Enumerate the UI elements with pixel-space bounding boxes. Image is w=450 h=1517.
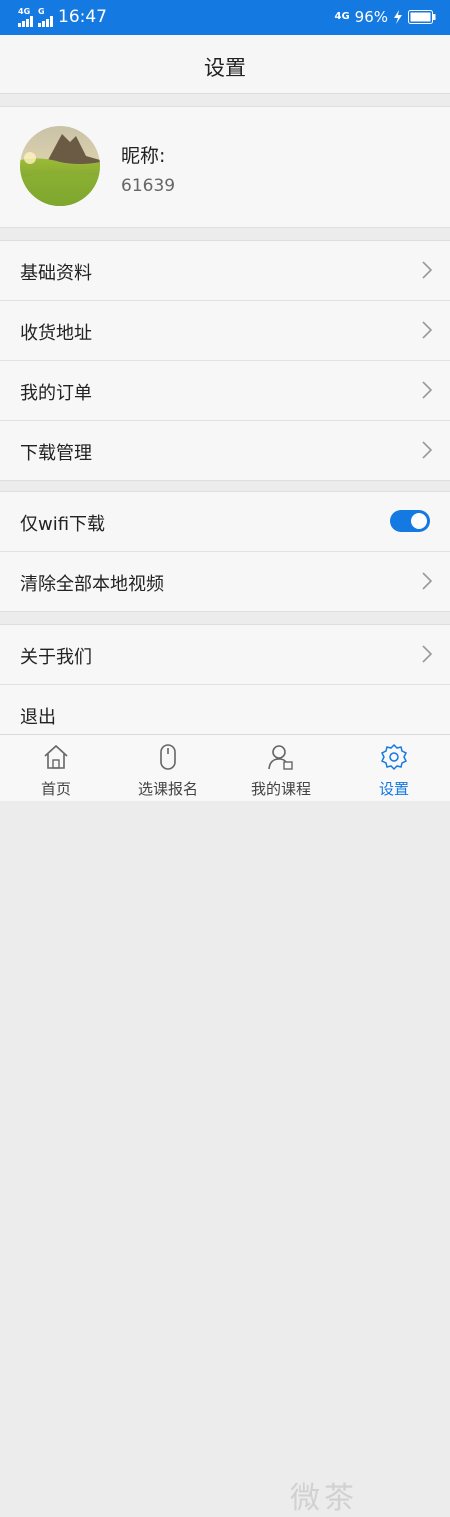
battery-percent: 96% (354, 8, 388, 26)
tab-home[interactable]: 首页 (0, 735, 112, 801)
signal-bars-icon (18, 15, 33, 27)
tab-label: 我的课程 (250, 780, 311, 798)
menu-item-wifi-only: 仅wifi下载 (0, 492, 450, 552)
status-bar-left: 4G G 16:47 (18, 7, 107, 27)
menu-item-label: 收货地址 (20, 323, 92, 344)
signal-bars-icon-2 (38, 15, 53, 27)
menu-item-basic-info[interactable]: 基础资料 (0, 241, 450, 301)
header: 设置 (0, 35, 450, 94)
menu-item-label: 清除全部本地视频 (20, 574, 164, 595)
menu-group-account: 基础资料 收货地址 我的订单 下载管理 (0, 240, 450, 481)
menu-item-label: 退出 (20, 707, 56, 728)
menu-group-download: 仅wifi下载 清除全部本地视频 (0, 491, 450, 612)
tab-label: 设置 (378, 780, 409, 798)
profile-card[interactable]: 昵称: 61639 (0, 106, 450, 228)
cellular-signal-2: G (38, 6, 54, 27)
gear-icon (380, 743, 408, 771)
status-bar: 4G G 16:47 4G 96% (0, 0, 450, 35)
bottom-tab-bar: 首页 选课报名 我的课程 设置 微茶 (0, 734, 450, 1516)
status-bar-right: 4G 96% (334, 7, 436, 27)
watermark: 微茶 (290, 1481, 358, 1516)
chevron-right-icon (422, 321, 432, 339)
menu-item-address[interactable]: 收货地址 (0, 301, 450, 361)
nickname-value: 61639 (121, 176, 176, 196)
menu-item-clear-videos[interactable]: 清除全部本地视频 (0, 552, 450, 611)
nickname-label: 昵称: (121, 145, 166, 167)
menu-item-label: 下载管理 (20, 443, 92, 464)
avatar[interactable] (20, 126, 100, 206)
tab-settings[interactable]: 设置 (338, 735, 450, 801)
cellular-signal-1: 4G (18, 6, 34, 27)
menu-item-label: 关于我们 (20, 647, 92, 668)
menu-item-downloads[interactable]: 下载管理 (0, 421, 450, 480)
network-type-label-2: G (38, 6, 45, 16)
chevron-right-icon (422, 645, 432, 663)
tab-course-selection[interactable]: 选课报名 (112, 735, 224, 801)
wifi-only-toggle[interactable] (390, 510, 430, 532)
menu-group-misc: 关于我们 退出 (0, 624, 450, 745)
menu-item-orders[interactable]: 我的订单 (0, 361, 450, 421)
page-title: 设置 (204, 56, 246, 80)
avatar-landscape-image (20, 126, 100, 206)
chevron-right-icon (422, 381, 432, 399)
menu-item-label: 仅wifi下载 (20, 514, 106, 535)
chevron-right-icon (422, 261, 432, 279)
menu-item-label: 我的订单 (20, 383, 92, 404)
network-type-right: 4G (334, 11, 350, 22)
charging-icon (394, 10, 402, 24)
battery-icon (408, 10, 436, 24)
chevron-right-icon (422, 572, 432, 590)
mouse-icon (160, 744, 176, 770)
chevron-right-icon (422, 441, 432, 459)
user-course-icon (268, 745, 293, 770)
tab-label: 选课报名 (137, 780, 198, 798)
status-time: 16:47 (58, 7, 107, 27)
home-icon (44, 744, 68, 769)
menu-item-label: 基础资料 (20, 263, 92, 284)
menu-item-about[interactable]: 关于我们 (0, 625, 450, 685)
tab-label: 首页 (40, 780, 71, 798)
network-type-label: 4G (18, 6, 31, 16)
tab-my-courses[interactable]: 我的课程 (225, 735, 337, 801)
toggle-knob (411, 513, 427, 529)
